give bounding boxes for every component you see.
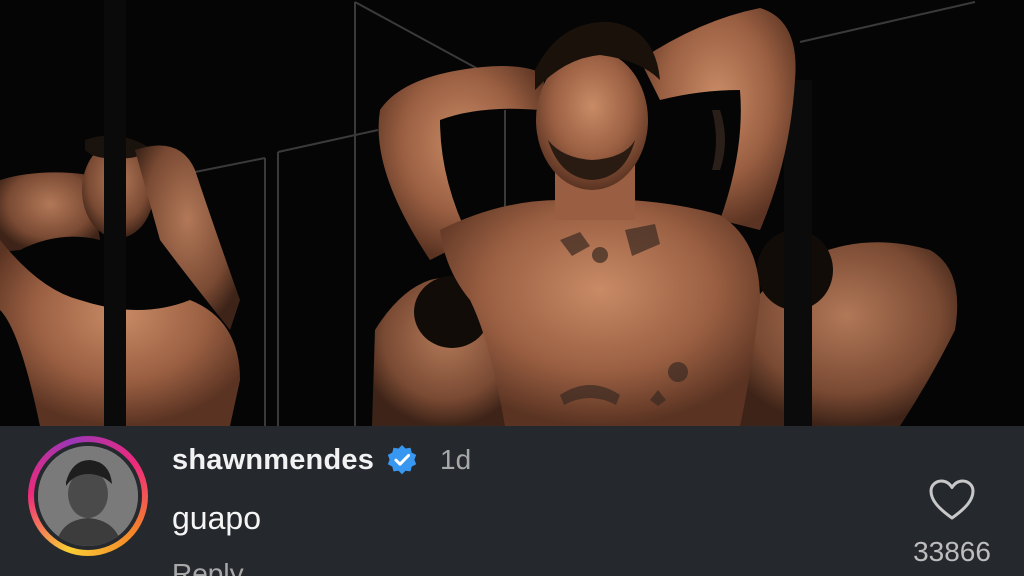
post-photo[interactable] xyxy=(0,0,1024,426)
comment-header: shawnmendes 1d xyxy=(172,440,471,480)
comment-row: shawnmendes 1d guapo Reply 33866 xyxy=(0,426,1024,576)
avatar-photo xyxy=(38,446,138,546)
username[interactable]: shawnmendes xyxy=(172,444,374,477)
like-count: 33866 xyxy=(913,536,991,567)
comment-timestamp: 1d xyxy=(440,444,472,475)
comment-text: guapo xyxy=(172,500,261,536)
verified-badge-icon xyxy=(386,444,418,476)
reply-button[interactable]: Reply xyxy=(172,558,244,576)
story-ring[interactable] xyxy=(28,436,148,556)
screen: shawnmendes 1d guapo Reply 33866 xyxy=(0,0,1024,576)
avatar[interactable] xyxy=(38,446,138,546)
post-photo-graphic xyxy=(0,0,1024,426)
heart-icon[interactable] xyxy=(928,478,976,522)
